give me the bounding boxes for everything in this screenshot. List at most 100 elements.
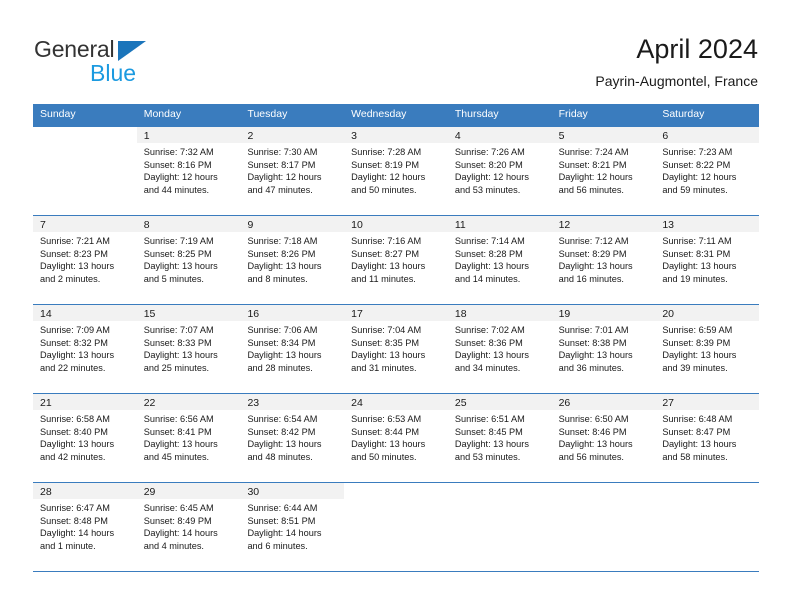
- daylight-text-line2: and 53 minutes.: [454, 451, 521, 462]
- day-details: Sunrise: 7:23 AM Sunset: 8:22 PM Dayligh…: [655, 143, 759, 196]
- sunrise-text: Sunrise: 6:47 AM: [40, 503, 110, 513]
- sunset-text: Sunset: 8:42 PM: [247, 426, 316, 437]
- sunrise-text: Sunrise: 6:51 AM: [454, 414, 525, 424]
- daylight-text-line1: Daylight: 13 hours: [662, 350, 737, 361]
- calendar-day-cell[interactable]: 1 Sunrise: 7:32 AM Sunset: 8:16 PM Dayli…: [136, 127, 241, 215]
- calendar-day-cell[interactable]: 15 Sunrise: 7:07 AM Sunset: 8:33 PM Dayl…: [136, 305, 241, 393]
- day-details: Sunrise: 6:51 AM Sunset: 8:45 PM Dayligh…: [448, 410, 552, 463]
- day-number: 3: [344, 127, 448, 143]
- calendar-day-cell[interactable]: 7 Sunrise: 7:21 AM Sunset: 8:23 PM Dayli…: [33, 216, 137, 304]
- sunrise-text: Sunrise: 6:53 AM: [351, 414, 422, 424]
- sunrise-text: Sunrise: 7:26 AM: [454, 147, 525, 157]
- sunset-text: Sunset: 8:47 PM: [662, 426, 731, 437]
- day-number: 17: [344, 305, 448, 321]
- calendar-day-cell[interactable]: 4 Sunrise: 7:26 AM Sunset: 8:20 PM Dayli…: [447, 127, 552, 215]
- daylight-text-line2: and 4 minutes.: [143, 540, 204, 551]
- day-details: Sunrise: 7:28 AM Sunset: 8:19 PM Dayligh…: [344, 143, 448, 196]
- calendar-day-cell[interactable]: 11 Sunrise: 7:14 AM Sunset: 8:28 PM Dayl…: [447, 216, 552, 304]
- calendar-day-cell[interactable]: 25 Sunrise: 6:51 AM Sunset: 8:45 PM Dayl…: [447, 394, 552, 482]
- sunset-text: Sunset: 8:27 PM: [351, 248, 420, 259]
- sunset-text: Sunset: 8:28 PM: [454, 248, 523, 259]
- calendar-day-cell[interactable]: [551, 483, 656, 571]
- daylight-text-line2: and 58 minutes.: [662, 451, 728, 462]
- day-number: 25: [447, 394, 552, 410]
- daylight-text-line2: and 34 minutes.: [454, 362, 521, 373]
- daylight-text-line1: Daylight: 14 hours: [40, 528, 115, 539]
- calendar-day-cell[interactable]: 29 Sunrise: 6:45 AM Sunset: 8:49 PM Dayl…: [136, 483, 241, 571]
- daylight-text-line1: Daylight: 12 hours: [558, 172, 633, 183]
- calendar-day-cell[interactable]: 20 Sunrise: 6:59 AM Sunset: 8:39 PM Dayl…: [655, 305, 760, 393]
- day-number: 29: [136, 483, 241, 499]
- day-number: 4: [447, 127, 552, 143]
- calendar-day-cell[interactable]: 22 Sunrise: 6:56 AM Sunset: 8:41 PM Dayl…: [136, 394, 241, 482]
- sunrise-text: Sunrise: 7:30 AM: [247, 147, 318, 157]
- daylight-text-line2: and 59 minutes.: [662, 184, 728, 195]
- daylight-text-line2: and 53 minutes.: [454, 184, 521, 195]
- day-number: 14: [33, 305, 137, 321]
- calendar-day-cell[interactable]: 18 Sunrise: 7:02 AM Sunset: 8:36 PM Dayl…: [447, 305, 552, 393]
- weekday-header-wednesday: Wednesday: [351, 108, 407, 120]
- calendar-day-cell[interactable]: 30 Sunrise: 6:44 AM Sunset: 8:51 PM Dayl…: [240, 483, 345, 571]
- daylight-text-line2: and 39 minutes.: [662, 362, 728, 373]
- sunset-text: Sunset: 8:45 PM: [454, 426, 523, 437]
- sunrise-text: Sunrise: 7:12 AM: [558, 236, 629, 246]
- sunrise-text: Sunrise: 7:21 AM: [40, 236, 110, 246]
- daylight-text-line2: and 25 minutes.: [143, 362, 210, 373]
- sunrise-text: Sunrise: 7:32 AM: [143, 147, 214, 157]
- day-number: [447, 483, 552, 499]
- calendar-day-cell[interactable]: 14 Sunrise: 7:09 AM Sunset: 8:32 PM Dayl…: [33, 305, 137, 393]
- day-details: Sunrise: 7:02 AM Sunset: 8:36 PM Dayligh…: [448, 321, 552, 374]
- calendar-day-cell[interactable]: [344, 483, 448, 571]
- calendar-day-cell[interactable]: 5 Sunrise: 7:24 AM Sunset: 8:21 PM Dayli…: [551, 127, 656, 215]
- calendar-day-cell[interactable]: [33, 127, 137, 215]
- calendar-day-cell[interactable]: 26 Sunrise: 6:50 AM Sunset: 8:46 PM Dayl…: [551, 394, 656, 482]
- daylight-text-line2: and 44 minutes.: [143, 184, 210, 195]
- sunset-text: Sunset: 8:38 PM: [558, 337, 627, 348]
- daylight-text-line1: Daylight: 13 hours: [454, 350, 529, 361]
- daylight-text-line2: and 5 minutes.: [143, 273, 204, 284]
- calendar-day-cell[interactable]: 12 Sunrise: 7:12 AM Sunset: 8:29 PM Dayl…: [551, 216, 656, 304]
- sunset-text: Sunset: 8:49 PM: [143, 515, 212, 526]
- page-title: April 2024: [636, 34, 758, 64]
- calendar-day-cell[interactable]: 2 Sunrise: 7:30 AM Sunset: 8:17 PM Dayli…: [240, 127, 345, 215]
- calendar-day-cell[interactable]: 6 Sunrise: 7:23 AM Sunset: 8:22 PM Dayli…: [655, 127, 760, 215]
- day-details: Sunrise: 7:14 AM Sunset: 8:28 PM Dayligh…: [448, 232, 552, 285]
- calendar-day-cell[interactable]: 24 Sunrise: 6:53 AM Sunset: 8:44 PM Dayl…: [344, 394, 448, 482]
- sunrise-text: Sunrise: 6:44 AM: [247, 503, 318, 513]
- day-number: 16: [240, 305, 345, 321]
- day-details: Sunrise: 6:59 AM Sunset: 8:39 PM Dayligh…: [655, 321, 759, 374]
- sunset-text: Sunset: 8:51 PM: [247, 515, 316, 526]
- weekday-header-row: Sunday Monday Tuesday Wednesday Thursday…: [33, 104, 759, 126]
- day-number: 28: [33, 483, 137, 499]
- day-details: Sunrise: 7:18 AM Sunset: 8:26 PM Dayligh…: [240, 232, 344, 285]
- calendar-day-cell[interactable]: 21 Sunrise: 6:58 AM Sunset: 8:40 PM Dayl…: [33, 394, 137, 482]
- calendar-week-row: 7 Sunrise: 7:21 AM Sunset: 8:23 PM Dayli…: [33, 215, 760, 304]
- calendar-day-cell[interactable]: 10 Sunrise: 7:16 AM Sunset: 8:27 PM Dayl…: [344, 216, 448, 304]
- calendar-day-cell[interactable]: 17 Sunrise: 7:04 AM Sunset: 8:35 PM Dayl…: [344, 305, 448, 393]
- calendar-day-cell[interactable]: 16 Sunrise: 7:06 AM Sunset: 8:34 PM Dayl…: [240, 305, 345, 393]
- sunset-text: Sunset: 8:40 PM: [40, 426, 108, 437]
- calendar-day-cell[interactable]: 13 Sunrise: 7:11 AM Sunset: 8:31 PM Dayl…: [655, 216, 760, 304]
- daylight-text-line2: and 56 minutes.: [558, 184, 624, 195]
- calendar-day-cell[interactable]: 28 Sunrise: 6:47 AM Sunset: 8:48 PM Dayl…: [33, 483, 137, 571]
- day-number: 18: [447, 305, 552, 321]
- calendar-day-cell[interactable]: 19 Sunrise: 7:01 AM Sunset: 8:38 PM Dayl…: [551, 305, 656, 393]
- day-number: 21: [33, 394, 137, 410]
- calendar-day-cell[interactable]: 23 Sunrise: 6:54 AM Sunset: 8:42 PM Dayl…: [240, 394, 345, 482]
- daylight-text-line1: Daylight: 13 hours: [558, 261, 633, 272]
- daylight-text-line2: and 50 minutes.: [351, 184, 417, 195]
- calendar-day-cell[interactable]: 8 Sunrise: 7:19 AM Sunset: 8:25 PM Dayli…: [136, 216, 241, 304]
- daylight-text-line1: Daylight: 13 hours: [247, 350, 322, 361]
- sunrise-text: Sunrise: 7:06 AM: [247, 325, 318, 335]
- calendar-day-cell[interactable]: [447, 483, 552, 571]
- calendar-day-cell[interactable]: 27 Sunrise: 6:48 AM Sunset: 8:47 PM Dayl…: [655, 394, 760, 482]
- daylight-text-line2: and 19 minutes.: [662, 273, 728, 284]
- calendar-grid: Sunday Monday Tuesday Wednesday Thursday…: [33, 104, 760, 572]
- day-number: 19: [551, 305, 656, 321]
- title-block: April 2024 Payrin-Augmontel, France: [595, 33, 758, 90]
- sunset-text: Sunset: 8:36 PM: [454, 337, 523, 348]
- calendar-day-cell[interactable]: 3 Sunrise: 7:28 AM Sunset: 8:19 PM Dayli…: [344, 127, 448, 215]
- calendar-day-cell[interactable]: 9 Sunrise: 7:18 AM Sunset: 8:26 PM Dayli…: [240, 216, 345, 304]
- calendar-day-cell[interactable]: [655, 483, 760, 571]
- day-number: 6: [655, 127, 760, 143]
